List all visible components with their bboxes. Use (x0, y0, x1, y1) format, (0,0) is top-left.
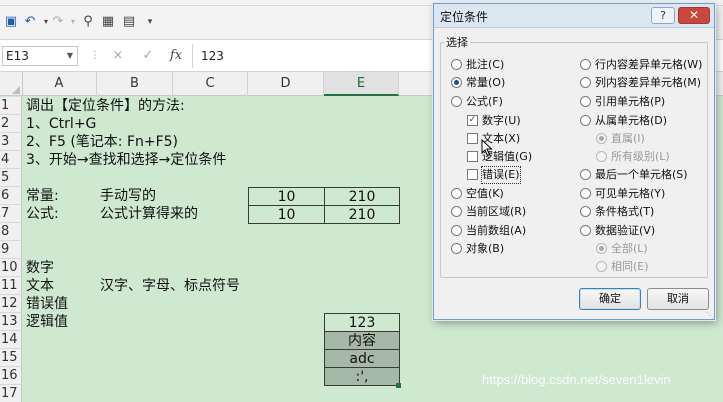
radio-icon[interactable] (451, 96, 462, 107)
row-header[interactable]: 14 (0, 331, 22, 349)
cell-a10[interactable]: 数字 (26, 259, 54, 277)
column-header-b[interactable]: B (97, 72, 173, 96)
name-box-value: E13 (6, 49, 29, 63)
row-header[interactable]: 11 (0, 277, 22, 295)
radio-icon[interactable] (580, 96, 591, 107)
cell-e16[interactable]: :', (324, 367, 400, 386)
column-header-d[interactable]: D (248, 72, 324, 96)
dialog-title: 定位条件 (440, 10, 489, 24)
radio-icon[interactable] (580, 115, 591, 126)
ok-button[interactable]: 确定 (579, 288, 641, 310)
formula-bar-grip-icon: ⋮ (90, 50, 100, 61)
row-header[interactable]: 7 (0, 205, 22, 223)
cell-e15[interactable]: adc (324, 349, 400, 368)
row-header[interactable]: 3 (0, 133, 22, 151)
cancel-entry-icon[interactable]: × (110, 48, 126, 64)
radio-icon[interactable] (451, 225, 462, 236)
dialog-titlebar[interactable]: 定位条件 ? ✕ (434, 4, 714, 28)
column-header-a[interactable]: A (22, 72, 97, 96)
radio-selected-icon[interactable] (451, 77, 462, 88)
select-all-corner[interactable] (0, 72, 23, 96)
row-header[interactable]: 1 (0, 97, 22, 115)
mouse-cursor-icon (481, 139, 493, 157)
cancel-button[interactable]: 取消 (647, 288, 709, 310)
fill-handle[interactable] (396, 383, 401, 388)
redo-icon[interactable]: ↷ (50, 14, 66, 30)
row-header[interactable]: 17 (0, 385, 22, 402)
row-header[interactable]: 2 (0, 115, 22, 133)
cell-e14[interactable]: 内容 (324, 331, 400, 350)
cell-b7[interactable]: 公式计算得来的 (100, 205, 198, 223)
watermark: https://blog.csdn.net/seven1levin (482, 372, 671, 387)
radio-icon[interactable] (580, 206, 591, 217)
cell-e6[interactable]: 210 (324, 187, 400, 206)
confirm-entry-icon[interactable]: ✓ (140, 48, 156, 64)
cell-a6[interactable]: 常量: (26, 187, 59, 205)
cell-a7[interactable]: 公式: (26, 205, 59, 223)
group-label: 选择 (444, 34, 470, 50)
cell-d7[interactable]: 10 (248, 205, 325, 224)
row-header[interactable]: 15 (0, 349, 22, 367)
save-icon[interactable]: ▣ (3, 14, 19, 30)
redo-dropdown-icon[interactable]: ▾ (65, 14, 81, 30)
close-button[interactable]: ✕ (678, 7, 710, 24)
cell-a11[interactable]: 文本 (26, 277, 54, 295)
resize-grip-icon[interactable]: ⋱ (706, 312, 714, 320)
row-header[interactable]: 8 (0, 223, 22, 241)
checkbox-icon[interactable] (467, 151, 478, 162)
radio-icon[interactable] (451, 188, 462, 199)
column-header-c[interactable]: C (173, 72, 248, 96)
cell-a12[interactable]: 错误值 (26, 295, 68, 313)
undo-icon[interactable]: ↶ (22, 14, 38, 30)
goto-special-dialog: 定位条件 ? ✕ 选择 批注(C) 常量(O) 公式(F) ✓ 数字(U) 文本(… (433, 3, 715, 320)
form-icon[interactable]: ▤ (121, 14, 137, 30)
help-button[interactable]: ? (651, 7, 675, 24)
radio-icon[interactable] (580, 77, 591, 88)
cell-d6[interactable]: 10 (248, 187, 325, 206)
cell-b6[interactable]: 手动写的 (100, 187, 156, 205)
row-header[interactable]: 13 (0, 313, 22, 331)
radio-disabled-icon (596, 261, 607, 272)
row-header[interactable]: 16 (0, 367, 22, 385)
row-header[interactable]: 4 (0, 151, 22, 169)
column-header-e[interactable]: E (324, 72, 399, 96)
checkbox-icon[interactable] (467, 133, 478, 144)
checkbox-icon[interactable] (467, 169, 478, 180)
row-header[interactable]: 12 (0, 295, 22, 313)
print-preview-icon[interactable]: ⚲ (80, 14, 96, 30)
checkbox-checked-icon[interactable]: ✓ (467, 115, 478, 126)
row-header[interactable]: 9 (0, 241, 22, 259)
image-icon[interactable]: ▦ (100, 14, 116, 30)
cell-e7[interactable]: 210 (324, 205, 400, 224)
radio-icon[interactable] (580, 59, 591, 70)
cell-b11[interactable]: 汉字、字母、标点符号 (100, 277, 240, 295)
radio-disabled-icon (596, 133, 607, 144)
row-header[interactable]: 6 (0, 187, 22, 205)
radio-icon[interactable] (451, 59, 462, 70)
cell-a1[interactable]: 调出【定位条件】的方法: (26, 97, 185, 115)
radio-disabled-icon (596, 243, 607, 254)
cell-a4[interactable]: 3、开始→查找和选择→定位条件 (26, 151, 226, 169)
cell-a3[interactable]: 2、F5 (笔记本: Fn+F5) (26, 133, 178, 151)
row-header[interactable]: 10 (0, 259, 22, 277)
chevron-down-icon[interactable]: ▼ (67, 47, 73, 65)
radio-icon[interactable] (580, 225, 591, 236)
cell-a13[interactable]: 逻辑值 (26, 313, 68, 331)
cell-e13[interactable]: 123 (324, 313, 400, 332)
cell-a2[interactable]: 1、Ctrl+G (26, 115, 96, 133)
radio-icon[interactable] (451, 206, 462, 217)
name-box[interactable]: E13 ▼ (2, 46, 78, 66)
radio-icon[interactable] (451, 243, 462, 254)
radio-icon[interactable] (580, 169, 591, 180)
customize-toolbar-icon[interactable]: ▾ (142, 14, 158, 30)
insert-function-icon[interactable]: fx (168, 48, 184, 64)
radio-disabled-icon (596, 151, 607, 162)
row-header[interactable]: 5 (0, 169, 22, 187)
radio-icon[interactable] (580, 188, 591, 199)
